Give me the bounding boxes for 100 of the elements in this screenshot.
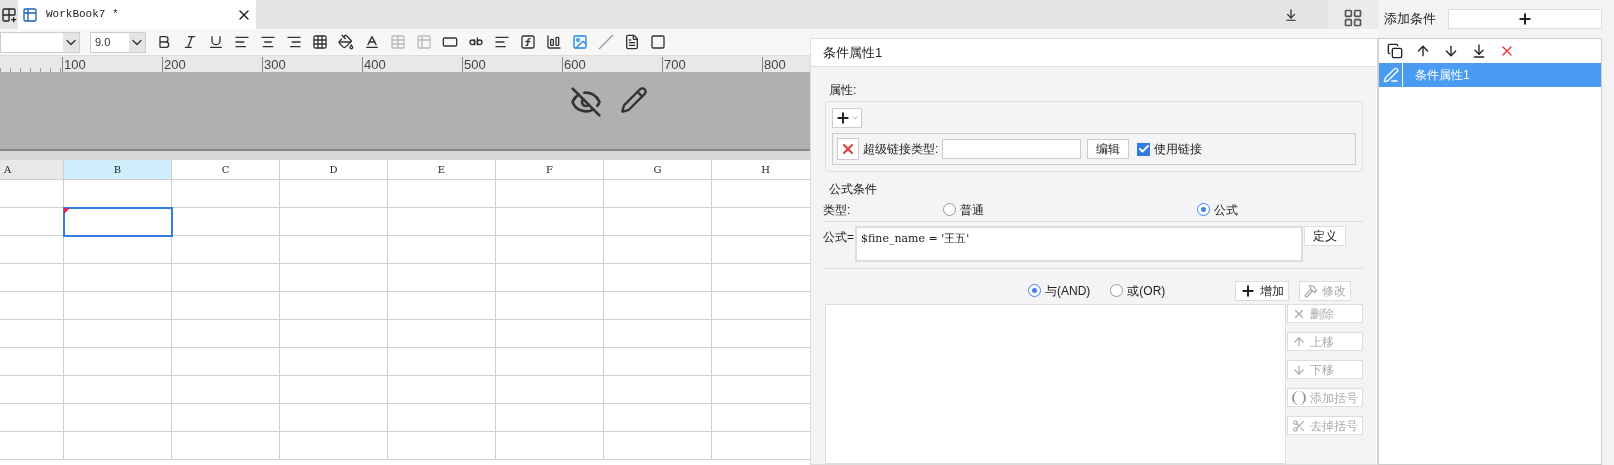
remove-button[interactable]	[837, 138, 859, 160]
table-cell[interactable]	[0, 320, 64, 348]
table-cell[interactable]	[172, 348, 280, 376]
italic-icon[interactable]	[182, 34, 198, 50]
font-name-field[interactable]	[0, 31, 80, 53]
table-cell[interactable]	[64, 348, 172, 376]
grid-icon[interactable]	[1343, 8, 1363, 28]
add-condition-button[interactable]: 增加	[1235, 280, 1290, 301]
table-cell[interactable]	[64, 292, 172, 320]
radio-option[interactable]: 普通	[943, 200, 1197, 219]
copy-icon[interactable]	[1387, 43, 1403, 59]
table-cell[interactable]	[604, 180, 712, 208]
table-cell[interactable]	[64, 320, 172, 348]
workbook-tab[interactable]: WorkBook7 *	[18, 0, 256, 29]
column-header[interactable]: C	[172, 160, 280, 180]
font-color-icon[interactable]	[364, 34, 380, 50]
table-cell[interactable]	[172, 236, 280, 264]
table-cell[interactable]	[604, 292, 712, 320]
table-cell[interactable]	[496, 292, 604, 320]
table-cell[interactable]	[604, 264, 712, 292]
table-cell[interactable]	[496, 264, 604, 292]
radio-option[interactable]: 或(OR)	[1110, 281, 1166, 300]
add-sheet-icon[interactable]	[1, 7, 17, 23]
table-cell[interactable]	[496, 348, 604, 376]
table-cell[interactable]	[172, 376, 280, 404]
column-header[interactable]: B	[64, 160, 172, 180]
table-cell[interactable]	[0, 348, 64, 376]
table-cell[interactable]	[64, 376, 172, 404]
table-cell[interactable]	[280, 292, 388, 320]
column-header[interactable]: D	[280, 160, 388, 180]
table-cell[interactable]	[496, 208, 604, 236]
table-cell[interactable]	[64, 236, 172, 264]
table-cell[interactable]	[496, 320, 604, 348]
table-cell[interactable]	[388, 432, 496, 460]
table-cell[interactable]	[280, 432, 388, 460]
add-dropdown-button[interactable]	[832, 108, 862, 128]
column-header[interactable]: A	[0, 160, 64, 180]
table-cell[interactable]	[280, 404, 388, 432]
table-cell[interactable]	[0, 236, 64, 264]
radio-button[interactable]	[1197, 203, 1210, 216]
function-icon[interactable]	[520, 34, 536, 50]
table-cell[interactable]	[64, 432, 172, 460]
bold-icon[interactable]	[156, 34, 172, 50]
pencil-icon[interactable]	[620, 86, 648, 114]
border-icon[interactable]	[312, 34, 328, 50]
image-icon[interactable]	[572, 34, 588, 50]
table-cell[interactable]	[388, 292, 496, 320]
table-icon[interactable]	[416, 34, 432, 50]
table-cell[interactable]	[604, 236, 712, 264]
table-cell[interactable]	[388, 236, 496, 264]
table-cell[interactable]	[172, 180, 280, 208]
table-cell[interactable]	[604, 432, 712, 460]
table-cell[interactable]	[388, 376, 496, 404]
table-cell[interactable]	[172, 320, 280, 348]
table-cell[interactable]	[280, 376, 388, 404]
table-cell[interactable]	[172, 264, 280, 292]
edit-button[interactable]: 编辑	[1087, 139, 1130, 159]
chevron-down-icon[interactable]	[63, 32, 79, 52]
table-cell[interactable]	[172, 404, 280, 432]
table-cell[interactable]	[280, 320, 388, 348]
table-cell[interactable]	[172, 292, 280, 320]
document-icon[interactable]	[624, 34, 640, 50]
eye-off-icon[interactable]	[570, 86, 602, 118]
paint-bucket-icon[interactable]	[338, 34, 354, 50]
frame-icon[interactable]	[650, 34, 666, 50]
table-cell[interactable]	[388, 264, 496, 292]
table-cell[interactable]	[280, 236, 388, 264]
table-cell[interactable]	[172, 208, 280, 236]
checkbox[interactable]	[1137, 142, 1151, 156]
chart-icon[interactable]	[546, 34, 562, 50]
radio-button[interactable]	[943, 203, 956, 216]
table-cell[interactable]	[280, 348, 388, 376]
hyperlink-type-field[interactable]	[942, 139, 1082, 159]
table-cell[interactable]	[64, 404, 172, 432]
define-button[interactable]: 定义	[1304, 226, 1346, 246]
formula-field[interactable]: $fine_name = '王五'	[855, 226, 1303, 262]
table-cell[interactable]	[280, 264, 388, 292]
table-cell[interactable]	[604, 376, 712, 404]
table-cell[interactable]	[280, 208, 388, 236]
table-cell[interactable]	[64, 208, 172, 236]
align-right-icon[interactable]	[286, 34, 302, 50]
table-cell[interactable]	[496, 180, 604, 208]
radio-option[interactable]: 公式	[1197, 200, 1238, 219]
align-left-icon[interactable]	[234, 34, 250, 50]
add-button[interactable]	[1448, 9, 1602, 29]
table-cell[interactable]	[388, 404, 496, 432]
underline-icon[interactable]	[208, 34, 224, 50]
table-cell[interactable]	[280, 180, 388, 208]
column-header[interactable]: G	[604, 160, 712, 180]
chevron-down-icon[interactable]	[129, 32, 145, 52]
lines-icon[interactable]	[494, 34, 510, 50]
table-cell[interactable]	[172, 432, 280, 460]
table-cell[interactable]	[0, 404, 64, 432]
table-cell[interactable]	[388, 348, 496, 376]
table-cell[interactable]	[0, 264, 64, 292]
radio-button[interactable]	[1110, 284, 1124, 297]
table-cell[interactable]	[496, 404, 604, 432]
table-cell[interactable]	[0, 292, 64, 320]
move-bottom-icon[interactable]	[1471, 43, 1487, 59]
table-cell[interactable]	[496, 376, 604, 404]
